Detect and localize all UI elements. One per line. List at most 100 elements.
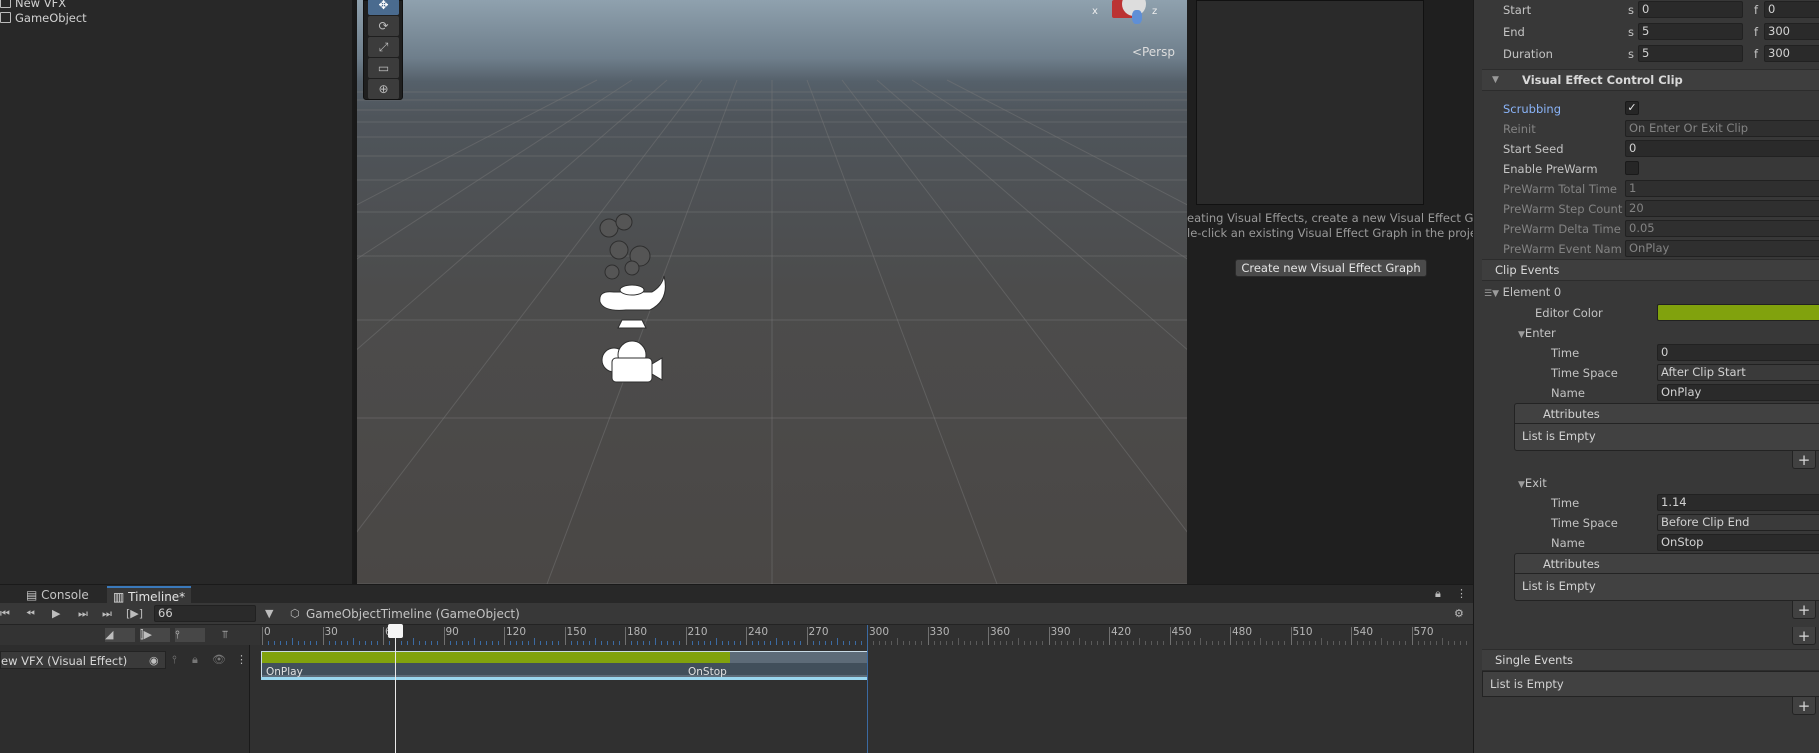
prewarm-event-field[interactable]: OnPlay	[1625, 240, 1819, 257]
reinit-dropdown[interactable]: On Enter Or Exit Clip	[1625, 120, 1819, 137]
ruler-minor-tick	[715, 638, 717, 645]
clip-event-range-bar	[262, 652, 730, 663]
start-seconds-field[interactable]: 0	[1638, 1, 1743, 18]
prewarm-delta-label: PreWarm Delta Time	[1503, 222, 1621, 236]
ruler-tick-label: 240	[748, 626, 769, 638]
prewarm-step-field[interactable]: 20	[1625, 200, 1819, 217]
enter-foldout[interactable]: ▼Enter	[1518, 326, 1556, 340]
scale-tool-icon[interactable]: ⤢	[368, 37, 399, 57]
hierarchy-item-gameobject[interactable]: GameObject	[0, 10, 87, 26]
track-menu-icon[interactable]: ⋮	[236, 653, 247, 666]
ruler-tick-mark	[988, 627, 989, 645]
kebab-menu-icon[interactable]: ⋮	[1456, 587, 1467, 600]
enter-name-field[interactable]: OnPlay	[1657, 384, 1819, 401]
foldout-arrow-icon[interactable]: ▼	[1518, 480, 1525, 490]
transform-tool-icon[interactable]: ⊕	[368, 79, 399, 99]
gizmo-x-label[interactable]: x	[1092, 6, 1098, 17]
tab-timeline[interactable]: ▥ Timeline*	[107, 586, 192, 604]
tab-console[interactable]: ▤ Console	[20, 586, 95, 604]
enter-attributes-list: Attributes List is Empty	[1514, 403, 1819, 451]
attributes-empty-text: List is Empty	[1522, 579, 1596, 593]
foldout-arrow-icon[interactable]: ▼	[1518, 330, 1525, 340]
object-picker-icon[interactable]: ◉	[149, 654, 159, 667]
ripple-mode-icon[interactable]: ⫿▶	[140, 628, 170, 642]
playhead-handle[interactable]	[388, 624, 403, 638]
exit-time-field[interactable]: 1.14	[1657, 494, 1819, 511]
ruler-minor-tick	[1139, 638, 1141, 645]
preview-range-icon[interactable]: [▶]	[126, 607, 143, 620]
goto-start-icon[interactable]: ⏮	[0, 607, 10, 621]
snap-icon[interactable]: ⫪	[222, 628, 228, 642]
ruler-minor-tick	[897, 638, 899, 645]
editor-color-swatch[interactable]	[1657, 304, 1819, 321]
rect-tool-icon[interactable]: ▭	[368, 58, 399, 78]
end-frames-field[interactable]: 300	[1764, 23, 1819, 40]
single-events-header[interactable]: Single Events	[1482, 649, 1819, 671]
start-f-prefix: f	[1754, 3, 1759, 17]
ruler-tick-mark	[685, 627, 687, 645]
timeline-breadcrumb[interactable]: GameObjectTimeline (GameObject)	[306, 607, 520, 621]
create-vfx-graph-button[interactable]: Create new Visual Effect Graph	[1235, 259, 1427, 277]
pin-icon[interactable]: ⫯	[172, 653, 177, 667]
gizmo-z-label[interactable]: z	[1152, 6, 1157, 17]
gear-icon[interactable]: ⚙	[1454, 607, 1464, 620]
ruler-tick-mark	[1109, 627, 1110, 645]
enter-time-space-label: Time Space	[1551, 366, 1618, 380]
element0-row[interactable]: ☰▼ Element 0	[1484, 285, 1561, 299]
prewarm-delta-field[interactable]: 0.05	[1625, 220, 1819, 237]
drag-handle-icon[interactable]: ☰▼	[1484, 289, 1499, 299]
exit-time-space-dropdown[interactable]: Before Clip End	[1657, 514, 1819, 531]
add-single-event-button[interactable]: +	[1792, 697, 1816, 715]
ruler-tick-mark	[564, 627, 566, 645]
add-clip-event-button[interactable]: +	[1792, 627, 1816, 645]
exit-name-field[interactable]: OnStop	[1657, 534, 1819, 551]
enable-prewarm-checkbox[interactable]	[1625, 161, 1639, 175]
duration-frames-field[interactable]: 300	[1764, 45, 1819, 62]
exit-foldout[interactable]: ▼Exit	[1518, 476, 1547, 490]
persp-toggle[interactable]: <Persp	[1132, 45, 1175, 59]
next-frame-icon[interactable]: ⏭	[78, 607, 88, 621]
end-f-prefix: f	[1754, 25, 1759, 39]
lock-icon[interactable]: 🔒︎	[192, 653, 198, 667]
prev-frame-icon[interactable]: ⏪︎	[26, 607, 35, 621]
preview-info-line-1: eating Visual Effects, create a new Visu…	[1187, 211, 1474, 225]
duration-seconds-field[interactable]: 5	[1638, 45, 1743, 62]
scrubbing-checkbox[interactable]: ✓	[1625, 101, 1639, 115]
rotate-tool-icon[interactable]: ⟳	[368, 16, 399, 36]
goto-end-icon[interactable]: ⏭	[102, 607, 112, 621]
reinit-label: Reinit	[1503, 122, 1536, 136]
ruler-tick-mark	[1048, 627, 1050, 645]
orientation-gizmo[interactable]: x z	[1092, 0, 1162, 32]
ruler-minor-tick	[352, 638, 354, 645]
lock-icon[interactable]: 🔒︎	[1435, 587, 1441, 601]
dropdown-arrow-icon[interactable]: ▼	[265, 607, 273, 620]
end-seconds-field[interactable]: 5	[1638, 23, 1743, 40]
ruler-tick-label: 210	[687, 626, 708, 638]
enter-time-field[interactable]: 0	[1657, 344, 1819, 361]
enter-time-space-dropdown[interactable]: After Clip Start	[1657, 364, 1819, 381]
vfx-preview-window	[1196, 0, 1424, 205]
scene-view[interactable]: x z <Persp	[357, 0, 1187, 584]
foldout-arrow-icon[interactable]: ▼	[1492, 70, 1499, 90]
prewarm-total-field[interactable]: 1	[1625, 180, 1819, 197]
vfx-control-clip-header[interactable]: ▼ Visual Effect Control Clip	[1482, 69, 1819, 91]
event-end-label[interactable]: OnStop	[688, 666, 727, 678]
add-attribute-button[interactable]: +	[1792, 451, 1816, 469]
start-seed-field[interactable]: 0	[1625, 140, 1819, 157]
add-attribute-button[interactable]: +	[1792, 601, 1816, 619]
move-tool-icon[interactable]: ✥	[368, 0, 399, 15]
frame-field[interactable]: 66	[154, 605, 256, 622]
preview-info-line-2: le-click an existing Visual Effect Graph…	[1187, 226, 1477, 240]
gizmo-z-axis[interactable]	[1132, 10, 1142, 24]
event-start-label[interactable]: OnPlay	[266, 666, 303, 678]
ease-mode-icon[interactable]: ◢	[105, 628, 135, 642]
replace-mode-icon[interactable]: ⫯	[175, 628, 205, 642]
inspector-panel: Start s 0 f 0 End s 5 f 300 Duration s 5…	[1473, 0, 1819, 753]
start-frames-field[interactable]: 0	[1764, 1, 1819, 18]
prewarm-event-label: PreWarm Event Name	[1503, 242, 1621, 256]
ruler-tick-label: 390	[1050, 626, 1071, 638]
track-header[interactable]: ew VFX (Visual Effect) ◉	[0, 651, 166, 669]
visibility-icon[interactable]: 👁︎	[212, 653, 226, 666]
play-icon[interactable]: ▶	[52, 607, 60, 620]
clip-events-header[interactable]: Clip Events	[1482, 259, 1819, 281]
